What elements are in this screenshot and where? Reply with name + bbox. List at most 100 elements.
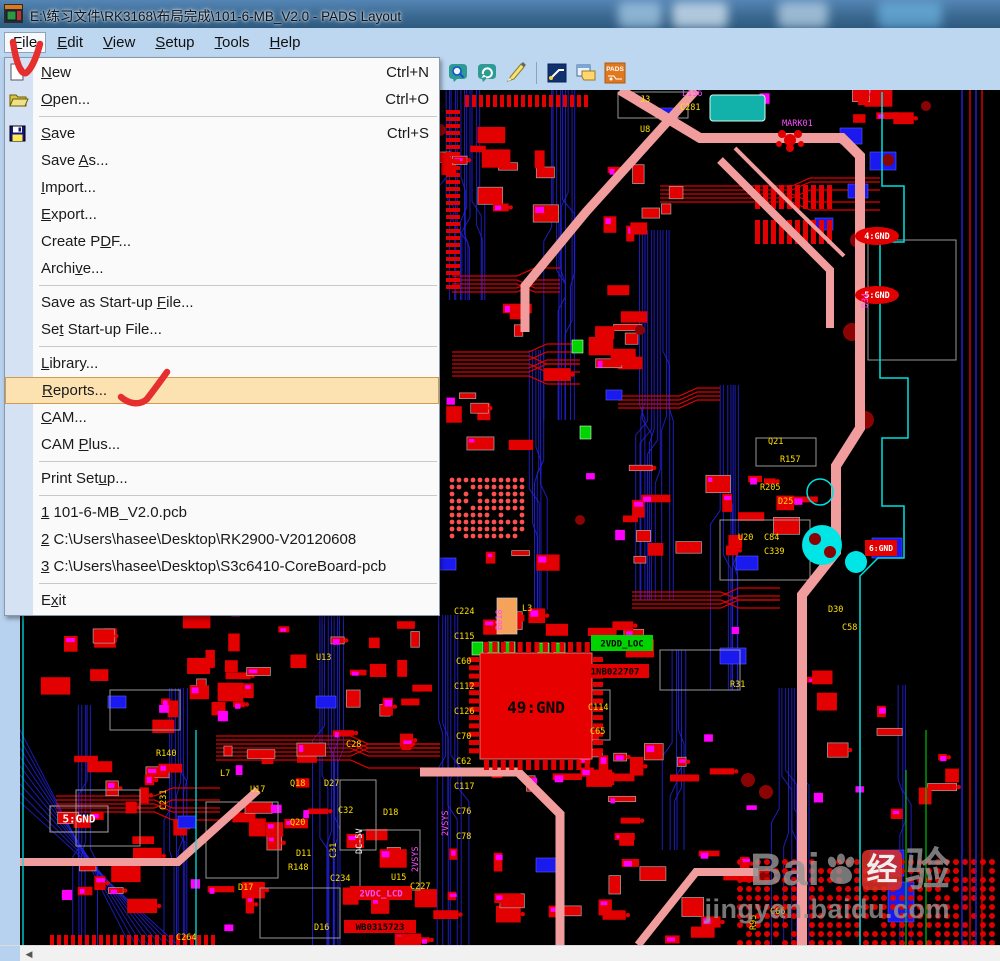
save-floppy-icon: [9, 124, 31, 144]
svg-text:WB0315723: WB0315723: [356, 923, 405, 933]
file-menu-item-save-as-start-up-file[interactable]: Save as Start-up File...: [5, 289, 439, 316]
menu-item-label: New: [41, 64, 72, 81]
file-menu-item-import[interactable]: Import...: [5, 174, 439, 201]
svg-text:2VSYS: 2VSYS: [411, 846, 421, 872]
menu-item-label: 1 101-6-MB_V2.0.pcb: [41, 504, 187, 521]
file-menu-item-3-c-users-hasee-desktop-s3c6410-coreboard-pcb[interactable]: 3 C:\Users\hasee\Desktop\S3c6410-CoreBoa…: [5, 553, 439, 580]
svg-text:C70: C70: [456, 732, 471, 742]
svg-text:6:GND: 6:GND: [869, 544, 893, 553]
menu-item-label: Print Setup...: [41, 470, 128, 487]
menu-item-label: Import...: [41, 179, 97, 196]
svg-text:U20: U20: [738, 533, 753, 543]
file-menu-item-2-c-users-hasee-desktop-rk2900-v20120608[interactable]: 2 C:\Users\hasee\Desktop\RK2900-V2012060…: [5, 526, 439, 553]
svg-text:R31: R31: [730, 680, 745, 690]
menu-separator: [39, 583, 437, 584]
svg-text:Q21: Q21: [768, 437, 783, 447]
zoom-tool-icon[interactable]: [446, 61, 470, 85]
svg-text:Q20: Q20: [290, 818, 305, 828]
svg-text:C78: C78: [456, 832, 471, 842]
menu-tools[interactable]: Tools: [206, 32, 259, 53]
svg-text:R157: R157: [780, 455, 800, 465]
svg-text:C117: C117: [454, 782, 474, 792]
svg-text:C234: C234: [330, 874, 350, 884]
file-menu-item-1-101-6-mb-v2-0-pcb[interactable]: 1 101-6-MB_V2.0.pcb: [5, 499, 439, 526]
brush-tool-icon[interactable]: [504, 61, 528, 85]
svg-text:5:GND: 5:GND: [62, 813, 95, 826]
route-tool-icon[interactable]: [545, 61, 569, 85]
menu-item-label: Save As...: [41, 152, 109, 169]
menu-item-label: Save as Start-up File...: [41, 294, 194, 311]
svg-text:C60: C60: [456, 657, 471, 667]
new-document-icon: [9, 62, 31, 83]
cam-documents-icon[interactable]: [574, 61, 598, 85]
menu-separator: [39, 495, 437, 496]
file-menu-dropdown: New Ctrl+N Open... Ctrl+O Save Ctrl+S Save As.…: [4, 57, 440, 616]
app-icon: [4, 4, 23, 23]
svg-text:MARK01: MARK01: [782, 119, 813, 129]
svg-text:R95: R95: [749, 915, 759, 930]
menu-item-shortcut: Ctrl+O: [385, 91, 429, 108]
svg-text:D16: D16: [314, 923, 329, 933]
file-menu-item-save[interactable]: Save Ctrl+S: [5, 120, 439, 147]
svg-text:C65: C65: [590, 727, 605, 737]
svg-text:U17: U17: [250, 785, 265, 795]
file-menu-item-print-setup[interactable]: Print Setup...: [5, 465, 439, 492]
svg-text:D30: D30: [828, 605, 843, 615]
file-menu-item-save-as[interactable]: Save As...: [5, 147, 439, 174]
menu-item-label: Set Start-up File...: [41, 321, 162, 338]
menu-item-label: CAM Plus...: [41, 436, 121, 453]
horizontal-scrollbar[interactable]: ◀: [0, 945, 1000, 961]
svg-text:C31: C31: [329, 843, 339, 858]
menu-setup[interactable]: Setup: [146, 32, 203, 53]
svg-text:C112: C112: [454, 682, 474, 692]
svg-text:U13: U13: [316, 653, 331, 663]
title-bar: E:\练习文件\RK3168\布局完成\101-6-MB_V2.0 - PADS…: [0, 0, 1000, 29]
menu-separator: [39, 461, 437, 462]
svg-text:C227: C227: [410, 882, 430, 892]
menu-view[interactable]: View: [94, 32, 144, 53]
svg-text:2VDC_LCD: 2VDC_LCD: [359, 890, 403, 900]
file-menu-item-exit[interactable]: Exit: [5, 587, 439, 614]
menu-item-label: Save: [41, 125, 76, 142]
svg-text:C126: C126: [454, 707, 474, 717]
file-menu-item-cam[interactable]: CAM...: [5, 404, 439, 431]
menu-item-label: Create PDF...: [41, 233, 132, 250]
pads-logo-icon[interactable]: PADS: [603, 61, 627, 85]
svg-text:C28: C28: [346, 740, 361, 750]
file-menu-item-open[interactable]: Open... Ctrl+O: [5, 86, 439, 113]
svg-text:D27: D27: [324, 779, 339, 789]
svg-text:C339: C339: [764, 547, 784, 557]
menu-item-label: Exit: [41, 592, 67, 609]
svg-text:C58: C58: [842, 623, 857, 633]
file-menu-item-library[interactable]: Library...: [5, 350, 439, 377]
svg-text:R140: R140: [156, 749, 176, 759]
menu-item-label: Archive...: [41, 260, 104, 277]
svg-text:C264: C264: [176, 933, 196, 943]
scroll-left-button[interactable]: ◀: [20, 946, 38, 961]
menu-edit[interactable]: Edit: [48, 32, 92, 53]
svg-text:C281: C281: [680, 103, 700, 113]
menu-file[interactable]: File: [4, 32, 47, 53]
toolbar-separator: [536, 62, 537, 84]
file-menu-item-export[interactable]: Export...: [5, 201, 439, 228]
svg-text:D34: D34: [861, 293, 871, 308]
svg-text:B018: B018: [495, 610, 505, 630]
file-menu-item-set-start-up-file[interactable]: Set Start-up File...: [5, 316, 439, 343]
svg-text:4:GND: 4:GND: [864, 232, 890, 242]
redraw-tool-icon[interactable]: [475, 61, 499, 85]
file-menu-item-reports[interactable]: Reports...: [5, 377, 439, 404]
svg-text:D17: D17: [238, 883, 253, 893]
file-menu-item-create-pdf[interactable]: Create PDF...: [5, 228, 439, 255]
menu-item-shortcut: Ctrl+N: [386, 64, 429, 81]
file-menu-item-cam-plus[interactable]: CAM Plus...: [5, 431, 439, 458]
svg-text:J3: J3: [640, 95, 650, 105]
scrollbar-corner: [0, 946, 20, 961]
svg-text:D25: D25: [778, 497, 793, 507]
file-menu-item-archive[interactable]: Archive...: [5, 255, 439, 282]
svg-text:C224: C224: [454, 607, 474, 617]
svg-text:2VDD_LOC: 2VDD_LOC: [600, 640, 643, 650]
menu-separator: [39, 346, 437, 347]
menu-help[interactable]: Help: [261, 32, 310, 53]
svg-text:U15: U15: [391, 873, 406, 883]
file-menu-item-new[interactable]: New Ctrl+N: [5, 59, 439, 86]
